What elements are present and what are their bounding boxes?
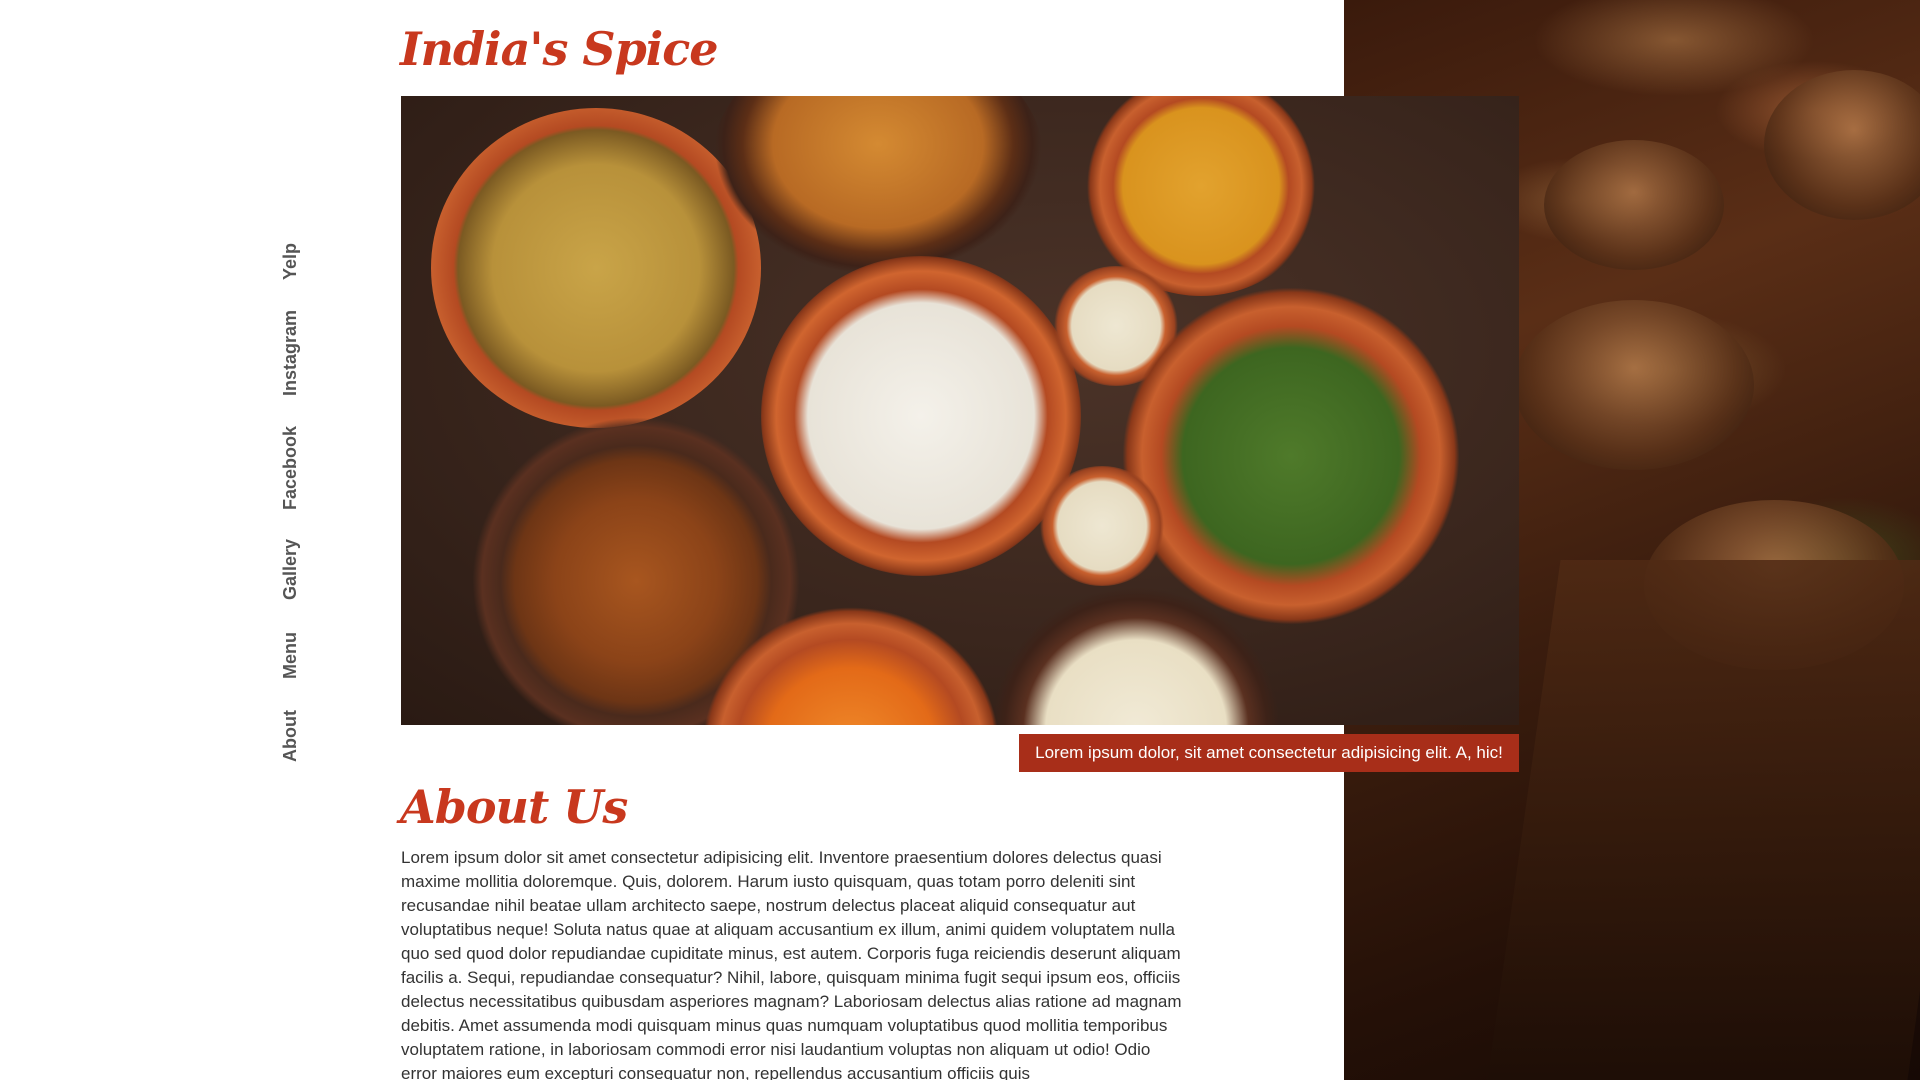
about-heading: About Us	[400, 780, 628, 834]
hero-food-image	[401, 96, 1519, 725]
nav-item-yelp[interactable]: Yelp	[280, 243, 301, 280]
nav-item-facebook[interactable]: Facebook	[280, 426, 301, 510]
nav-item-menu[interactable]: Menu	[280, 632, 301, 679]
site-title[interactable]: India's Spice	[400, 22, 719, 76]
about-paragraph: Lorem ipsum dolor sit amet consectetur a…	[401, 848, 1182, 1080]
hero-caption: Lorem ipsum dolor, sit amet consectetur …	[1019, 734, 1519, 772]
nav-item-instagram[interactable]: Instagram	[280, 310, 301, 396]
nav-item-about[interactable]: About	[280, 710, 301, 762]
nav-item-gallery[interactable]: Gallery	[280, 539, 301, 600]
